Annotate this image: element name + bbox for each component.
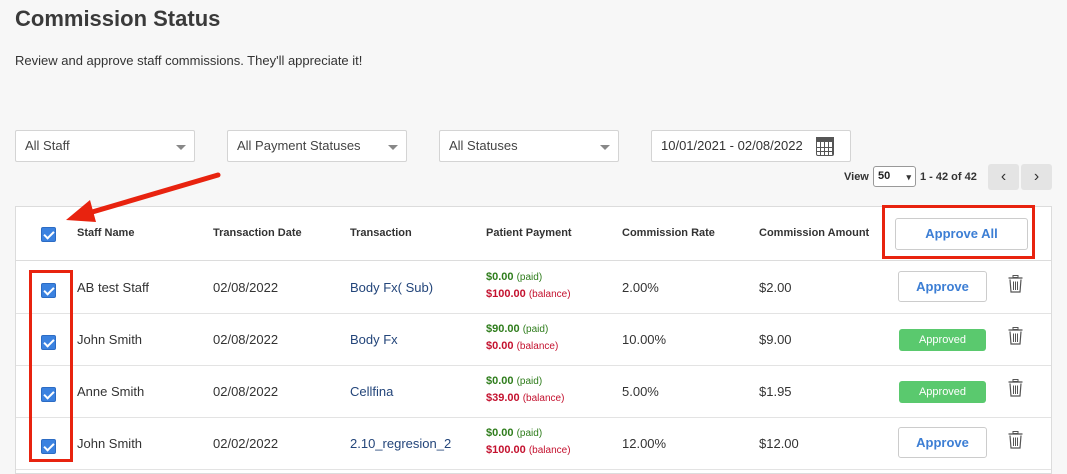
transaction-link[interactable]: Cellfina (350, 384, 393, 399)
paid-amount: $90.00 (486, 323, 520, 335)
commission-amount-cell: $2.00 (759, 280, 792, 295)
trash-icon[interactable] (1008, 379, 1023, 397)
approve-button[interactable]: Approve (898, 271, 987, 302)
trash-icon[interactable] (1008, 431, 1023, 449)
payment-status-filter-value: All Payment Statuses (237, 138, 361, 153)
balance-label: (balance) (522, 393, 565, 404)
chevron-down-icon (176, 145, 186, 150)
balance-label: (balance) (528, 445, 571, 456)
transaction-date-cell: 02/02/2022 (213, 436, 279, 451)
status-filter-value: All Statuses (449, 138, 518, 153)
balance-label: (balance) (528, 289, 571, 300)
patient-payment-cell: $0.00 (paid) $100.00 (balance) (486, 269, 571, 303)
staff-name-cell: John Smith (77, 436, 143, 451)
approved-badge: Approved (899, 329, 986, 351)
column-header-staff-name[interactable]: Staff Name (77, 227, 134, 239)
transaction-link[interactable]: Body Fx (350, 332, 398, 347)
column-header-transaction-date[interactable]: Transaction Date (213, 227, 302, 239)
paid-amount: $0.00 (486, 375, 514, 387)
transaction-date-cell: 02/08/2022 (213, 332, 279, 347)
row-checkbox[interactable] (41, 387, 56, 402)
row-checkbox[interactable] (41, 335, 56, 350)
column-header-commission-rate[interactable]: Commission Rate (622, 227, 715, 239)
prev-page-button[interactable]: ‹ (988, 164, 1019, 190)
page-subtitle: Review and approve staff commissions. Th… (15, 53, 363, 68)
table-row: Anne Smith 02/08/2022 Cellfina $0.00 (pa… (16, 366, 1051, 418)
patient-payment-cell: $0.00 (paid) $100.00 (balance) (486, 425, 571, 459)
chevron-down-icon: ▾ (906, 172, 911, 182)
transaction-link[interactable]: Body Fx( Sub) (350, 280, 433, 295)
commission-rate-cell: 2.00% (622, 280, 659, 295)
calendar-icon[interactable] (816, 137, 834, 156)
commission-table: Staff Name Transaction Date Transaction … (15, 206, 1052, 474)
trash-icon[interactable] (1008, 327, 1023, 345)
payment-status-filter-select[interactable]: All Payment Statuses (227, 130, 407, 162)
paid-label: (paid) (516, 376, 543, 387)
chevron-down-icon (600, 145, 610, 150)
paid-amount: $0.00 (486, 271, 514, 283)
approve-button[interactable]: Approve (898, 427, 987, 458)
select-all-checkbox[interactable] (41, 227, 56, 242)
staff-name-cell: Anne Smith (77, 384, 145, 399)
column-header-transaction[interactable]: Transaction (350, 227, 412, 239)
status-filter-select[interactable]: All Statuses (439, 130, 619, 162)
staff-filter-select[interactable]: All Staff (15, 130, 195, 162)
trash-icon[interactable] (1008, 275, 1023, 293)
transaction-link[interactable]: 2.10_regresion_2 (350, 436, 451, 451)
staff-name-cell: AB test Staff (77, 280, 150, 295)
chevron-down-icon (388, 145, 398, 150)
approved-badge: Approved (899, 381, 986, 403)
patient-payment-cell: $0.00 (paid) $39.00 (balance) (486, 373, 564, 407)
paid-label: (paid) (522, 324, 549, 335)
staff-name-cell: John Smith (77, 332, 143, 347)
commission-amount-cell: $12.00 (759, 436, 799, 451)
per-page-select[interactable]: 50 ▾ (873, 166, 916, 187)
transaction-date-cell: 02/08/2022 (213, 384, 279, 399)
date-range-input[interactable]: 10/01/2021 - 02/08/2022 (651, 130, 851, 162)
balance-amount: $100.00 (486, 288, 526, 300)
table-row: John Smith 02/08/2022 Body Fx $90.00 (pa… (16, 314, 1051, 366)
commission-amount-cell: $9.00 (759, 332, 792, 347)
row-checkbox[interactable] (41, 439, 56, 454)
transaction-date-cell: 02/08/2022 (213, 280, 279, 295)
paid-label: (paid) (516, 428, 543, 439)
paid-amount: $0.00 (486, 427, 514, 439)
balance-amount: $0.00 (486, 340, 514, 352)
next-page-button[interactable]: › (1021, 164, 1052, 190)
table-row: John Smith 02/02/2022 2.10_regresion_2 $… (16, 418, 1051, 470)
approve-all-button[interactable]: Approve All (895, 218, 1028, 250)
pager-view-label: View (844, 171, 869, 183)
pager-range: 1 - 42 of 42 (920, 171, 977, 183)
page-title: Commission Status (15, 6, 221, 31)
per-page-value: 50 (878, 170, 891, 182)
balance-amount: $39.00 (486, 392, 520, 404)
row-checkbox[interactable] (41, 283, 56, 298)
commission-rate-cell: 10.00% (622, 332, 667, 347)
table-row: AB test Staff 02/08/2022 Body Fx( Sub) $… (16, 262, 1051, 314)
column-header-patient-payment[interactable]: Patient Payment (486, 227, 572, 239)
staff-filter-value: All Staff (25, 138, 70, 153)
balance-label: (balance) (516, 341, 559, 352)
column-header-commission-amount[interactable]: Commission Amount (759, 227, 869, 239)
commission-rate-cell: 5.00% (622, 384, 659, 399)
balance-amount: $100.00 (486, 444, 526, 456)
date-range-value: 10/01/2021 - 02/08/2022 (661, 138, 803, 153)
commission-amount-cell: $1.95 (759, 384, 792, 399)
paid-label: (paid) (516, 272, 543, 283)
commission-rate-cell: 12.00% (622, 436, 667, 451)
patient-payment-cell: $90.00 (paid) $0.00 (balance) (486, 321, 558, 355)
table-header: Staff Name Transaction Date Transaction … (16, 207, 1051, 261)
